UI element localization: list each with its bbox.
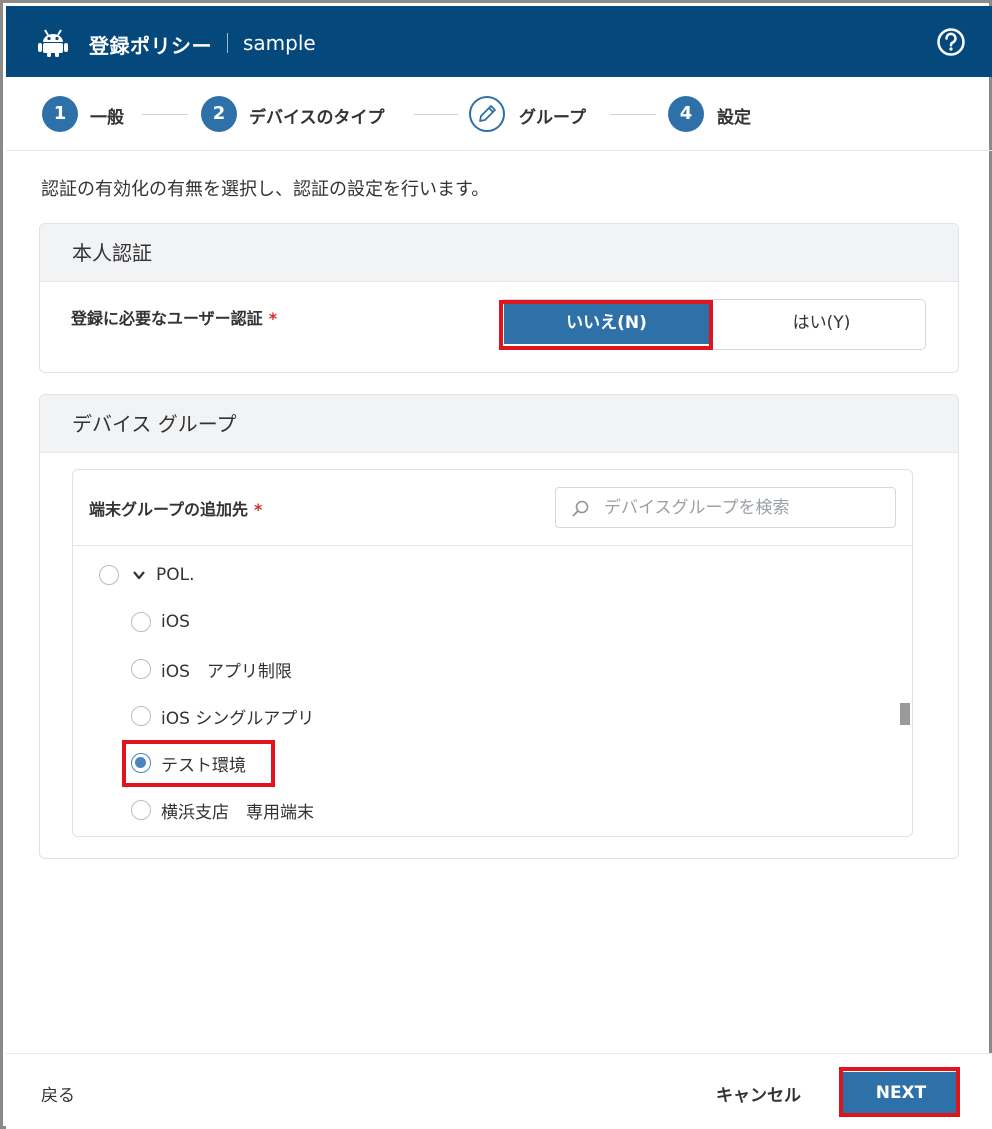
step-3-label: グループ <box>519 108 586 128</box>
title-separator <box>227 33 228 53</box>
pencil-icon <box>479 105 496 122</box>
android-icon <box>38 29 68 57</box>
required-mark: * <box>268 309 278 328</box>
step-connector <box>142 114 188 115</box>
policy-name: sample <box>243 31 316 55</box>
wizard-stepper: 1 一般 2 デバイスのタイプ グループ 4 設定 <box>6 77 992 151</box>
auth-yes-button[interactable]: はい(Y) <box>719 303 924 344</box>
help-icon[interactable] <box>936 27 966 57</box>
dialog-title: 登録ポリシー <box>89 34 212 58</box>
tree-item-label: iOS アプリ制限 <box>161 661 292 682</box>
divider <box>73 545 912 546</box>
highlight-box <box>122 740 275 787</box>
step-4-label: 設定 <box>717 108 751 128</box>
step-1-number: 1 <box>42 96 78 132</box>
tree-item-label: iOS シングルアプリ <box>161 708 315 729</box>
chevron-down-icon[interactable] <box>132 568 146 582</box>
dialog-window: 登録ポリシー sample 1 一般 2 デバイスのタイプ グループ 4 設定 … <box>0 0 992 1129</box>
tree-radio[interactable] <box>99 565 119 585</box>
tree-item-ios-single-app[interactable]: iOS シングルアプリ <box>131 702 314 730</box>
tree-radio[interactable] <box>131 706 151 726</box>
tree-item-label: 横浜支店 専用端末 <box>161 802 314 823</box>
step-4-number: 4 <box>668 96 704 132</box>
step-1-label: 一般 <box>90 108 124 128</box>
group-search-box <box>555 487 896 528</box>
highlight-box <box>499 300 713 350</box>
tree-radio[interactable] <box>131 659 151 679</box>
tree-scrollbar-thumb[interactable] <box>900 703 910 725</box>
dialog-header: 登録ポリシー sample <box>6 6 992 77</box>
tree-item-label: iOS <box>161 612 190 632</box>
highlight-box <box>839 1067 960 1117</box>
required-mark: * <box>254 500 263 519</box>
tree-item-ios-app-restrict[interactable]: iOS アプリ制限 <box>131 655 292 683</box>
cancel-button[interactable]: キャンセル <box>716 1081 801 1106</box>
tree-radio[interactable] <box>131 800 151 820</box>
device-group-panel-title: デバイス グループ <box>40 395 958 453</box>
step-3-current <box>469 96 505 132</box>
tree-radio[interactable] <box>131 612 151 632</box>
tree-item-ios[interactable]: iOS <box>131 608 190 636</box>
group-search-input[interactable] <box>604 496 884 520</box>
tree-item-pol[interactable]: POL. <box>99 561 195 589</box>
group-field-label: 端末グループの追加先 * <box>89 500 263 519</box>
auth-panel: 本人認証 <box>39 223 959 373</box>
tree-item-yokohama[interactable]: 横浜支店 専用端末 <box>131 796 314 824</box>
back-link[interactable]: 戻る <box>41 1081 75 1106</box>
intro-text: 認証の有効化の有無を選択し、認証の設定を行います。 <box>41 179 490 200</box>
tree-item-label: POL. <box>156 565 195 585</box>
step-2-number: 2 <box>201 96 237 132</box>
step-connector <box>414 114 458 115</box>
auth-field-label: 登録に必要なユーザー認証 * <box>71 309 278 328</box>
step-2-label: デバイスのタイプ <box>249 108 385 128</box>
auth-panel-title: 本人認証 <box>40 224 958 282</box>
step-connector <box>610 114 656 115</box>
search-icon <box>572 500 589 517</box>
